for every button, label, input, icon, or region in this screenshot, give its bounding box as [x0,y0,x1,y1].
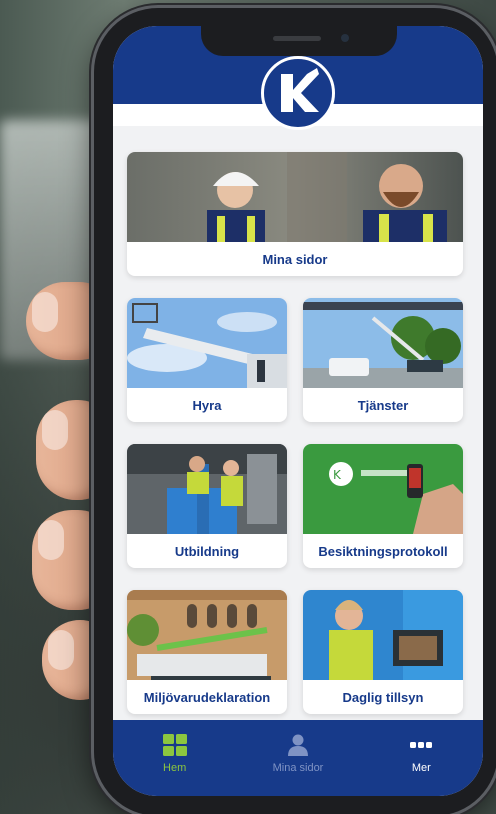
card-tjanster[interactable]: Tjänster [303,298,463,422]
card-label: Besiktningsprotokoll [318,543,448,559]
tab-label: Mina sidor [272,762,324,774]
card-utbildning[interactable]: Utbildning [127,444,287,568]
service-truck-photo [303,298,463,388]
card-label: Hyra [192,397,222,413]
card-mina-sidor[interactable]: Mina sidor [127,152,463,276]
bottom-tab-bar: Hem Mina sidor Mer [113,720,483,796]
logo-k-icon: K [271,66,319,112]
logo-letter: K [271,66,272,67]
brand-logo[interactable]: K [261,56,335,130]
card-daglig-tillsyn[interactable]: Daglig tillsyn [303,590,463,714]
grid-icon [162,734,187,756]
tab-mer[interactable]: Mer [371,734,471,796]
card-label: Miljövarudeklaration [143,689,271,705]
card-miljovarudeklaration[interactable]: Miljövarudeklaration [127,590,287,714]
tab-mina-sidor[interactable]: Mina sidor [248,734,348,796]
svg-text:K: K [333,468,342,482]
menu-grid: Mina sidor Hyra Tjänster Utbildning K Be… [113,126,483,724]
boom-lift-photo [127,298,287,388]
card-besiktningsprotokoll[interactable]: K Besiktningsprotokoll [303,444,463,568]
tab-hem[interactable]: Hem [125,734,225,796]
tab-label: Mer [411,762,431,774]
card-hyra[interactable]: Hyra [127,298,287,422]
card-label: Daglig tillsyn [342,689,424,705]
tab-label: Hem [163,762,187,774]
dots-icon [410,742,433,748]
card-label: Utbildning [174,543,240,559]
phone-notch [201,26,397,56]
inspection-phone-photo: K [303,444,463,534]
environment-building-photo [127,590,287,680]
daily-check-photo [303,590,463,680]
card-label: Tjänster [357,397,409,413]
card-label: Mina sidor [262,251,328,267]
phone-screen: K Mina sidor Hyra Tjänster Utbildning K … [113,26,483,796]
workers-photo [127,152,463,242]
training-photo [127,444,287,534]
person-icon [287,734,308,756]
